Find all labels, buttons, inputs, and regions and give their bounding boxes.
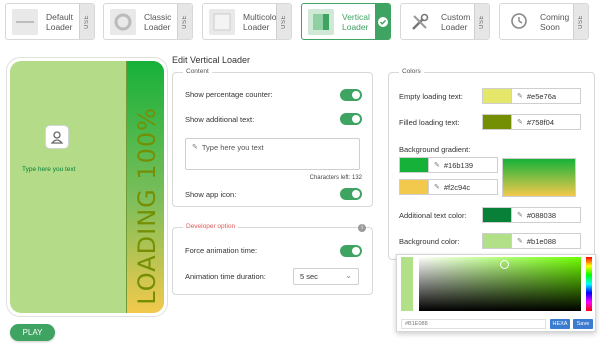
additional-text-value: Type here you text [201, 143, 264, 152]
vertical-loader-editor: Default Loader USE Classic Loader USE Mu… [0, 0, 600, 345]
preview-additional-text: Type here you text [22, 166, 76, 173]
default-loader-thumb [12, 8, 38, 35]
save-button[interactable]: Save [573, 319, 593, 329]
pencil-icon: ✎ [434, 162, 440, 169]
grad2-hex: #f2c94c [443, 182, 471, 192]
picker-hex-value: #B1E088 [405, 321, 428, 327]
content-panel: Content Show percentage counter: Show ad… [172, 68, 373, 207]
colors-legend: Colors [399, 68, 424, 75]
tab-multicolor-loader[interactable]: Multicolor Loader USE [202, 3, 292, 40]
filled-color-swatch[interactable] [482, 114, 512, 130]
preview-background: Type here you text LOADING 100% [10, 61, 164, 313]
picker-color-preview [401, 257, 413, 311]
filled-hex: #758f04 [526, 117, 554, 127]
additional-text-input[interactable]: ✎ Type here you text [185, 138, 360, 170]
info-icon[interactable]: i [358, 224, 366, 232]
pencil-icon: ✎ [517, 212, 523, 219]
clock-icon [506, 8, 532, 35]
animation-duration-select[interactable]: 5 sec ⌄ [293, 268, 359, 285]
empty-color-field[interactable]: ✎ #e5e76a [482, 88, 581, 104]
saturation-handle[interactable] [500, 260, 509, 269]
use-button[interactable]: USE [276, 4, 291, 39]
pencil-icon: ✎ [434, 184, 440, 191]
gradient-label: Background gradient: [399, 145, 471, 154]
use-button[interactable]: USE [573, 4, 588, 39]
multicolor-loader-thumb [209, 8, 235, 35]
gradient-color1-swatch[interactable] [399, 157, 429, 173]
show-additional-toggle[interactable] [340, 113, 362, 125]
hue-slider[interactable] [586, 257, 592, 311]
empty-color-swatch[interactable] [482, 88, 512, 104]
show-percentage-toggle[interactable] [340, 89, 362, 101]
check-icon [378, 16, 388, 27]
use-button[interactable]: USE [474, 4, 489, 39]
colors-panel: Colors Empty loading text: ✎ #e5e76a Fill… [388, 68, 595, 260]
use-button[interactable]: USE [79, 4, 94, 39]
chevron-down-icon: ⌄ [345, 271, 352, 280]
animation-duration-label: Animation time duration: [185, 272, 266, 281]
force-animation-label: Force animation time: [185, 246, 258, 255]
filled-color-label: Filled loading text: [399, 118, 460, 127]
background-hex: #b1e088 [526, 236, 557, 246]
background-color-swatch[interactable] [482, 233, 512, 249]
gradient-color2-swatch[interactable] [399, 179, 429, 195]
additional-hex: #088038 [526, 210, 557, 220]
tab-custom-loader[interactable]: Custom Loader USE [400, 3, 490, 40]
tools-icon [407, 8, 433, 35]
additional-color-swatch[interactable] [482, 207, 512, 223]
loader-preview: Type here you text LOADING 100% [6, 57, 168, 317]
background-color-label: Background color: [399, 237, 460, 246]
play-button[interactable]: PLAY [10, 324, 55, 341]
content-legend: Content [183, 68, 212, 75]
picker-hex-input[interactable]: #B1E088 [401, 319, 546, 329]
loading-percentage-text: LOADING 100% [133, 107, 161, 305]
vertical-loader-thumb [308, 8, 334, 35]
gradient-preview [502, 158, 576, 197]
tab-coming-soon[interactable]: Coming Soon USE [499, 3, 589, 40]
hexa-mode-button[interactable]: HEXA [550, 319, 570, 329]
tab-classic-loader[interactable]: Classic Loader USE [103, 3, 193, 40]
tab-default-loader[interactable]: Default Loader USE [5, 3, 95, 40]
developer-legend: Developer option [183, 223, 239, 230]
duration-value: 5 sec [300, 272, 318, 281]
show-percentage-label: Show percentage counter: [185, 90, 273, 99]
pencil-icon: ✎ [517, 238, 523, 245]
gradient-color2-field[interactable]: ✎ #f2c94c [399, 179, 498, 195]
show-app-icon-toggle[interactable] [340, 188, 362, 200]
show-app-icon-label: Show app icon: [185, 190, 237, 199]
additional-color-field[interactable]: ✎ #088038 [482, 207, 581, 223]
developer-panel: Developer option i Force animation time:… [172, 223, 373, 295]
show-additional-label: Show additional text: [185, 115, 255, 124]
saturation-area[interactable] [419, 257, 581, 311]
active-check [375, 4, 390, 39]
loader-tabs: Default Loader USE Classic Loader USE Mu… [0, 0, 600, 44]
pencil-icon: ✎ [517, 93, 523, 100]
filled-color-field[interactable]: ✎ #758f04 [482, 114, 581, 130]
page-title: Edit Vertical Loader [172, 55, 251, 65]
empty-color-label: Empty loading text: [399, 92, 463, 101]
empty-hex: #e5e76a [526, 91, 557, 101]
color-picker: #B1E088 HEXA Save [396, 254, 596, 332]
tab-vertical-loader[interactable]: Vertical Loader [301, 3, 391, 40]
grad1-hex: #16b139 [443, 160, 474, 170]
pencil-icon: ✎ [517, 119, 523, 126]
use-button[interactable]: USE [177, 4, 192, 39]
app-icon [45, 125, 69, 149]
pencil-icon: ✎ [192, 144, 198, 151]
gradient-color1-field[interactable]: ✎ #16b139 [399, 157, 498, 173]
characters-left: Characters left: 132 [309, 175, 362, 181]
force-animation-toggle[interactable] [340, 245, 362, 257]
circle-loader-thumb [110, 8, 136, 35]
additional-color-label: Additional text color: [399, 211, 467, 220]
background-color-field[interactable]: ✎ #b1e088 [482, 233, 581, 249]
